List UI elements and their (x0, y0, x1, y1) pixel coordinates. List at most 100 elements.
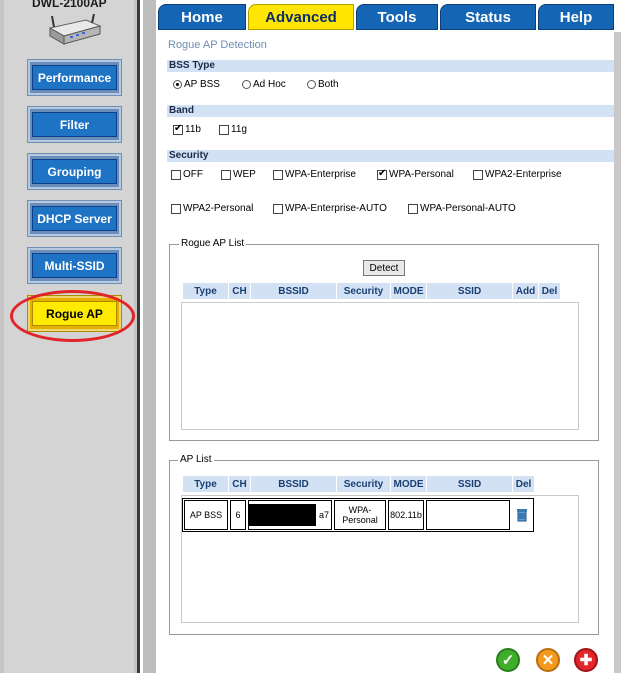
sidebar-performance-button[interactable]: Performance (27, 59, 122, 96)
option-label: WPA2-Enterprise (485, 169, 562, 180)
delete-cell (512, 500, 532, 530)
column-header: Type (183, 476, 229, 492)
ssid-cell (426, 500, 510, 530)
tab-home[interactable]: Home (158, 4, 246, 30)
top-tabs: Home Advanced Tools Status Help (156, 0, 621, 32)
band-header: Band (167, 105, 614, 117)
bss-option-ap-bss[interactable]: AP BSS (173, 79, 220, 90)
option-label: OFF (183, 169, 203, 180)
column-header: Security (337, 476, 391, 492)
bssid-cell: a7 (248, 500, 332, 530)
sidebar-grouping-button[interactable]: Grouping (27, 153, 122, 190)
rogue-ap-list-legend: Rogue AP List (179, 238, 247, 249)
security-option-wpa2-enterprise[interactable]: WPA2-Enterprise (473, 169, 562, 180)
security-option-wep[interactable]: WEP (221, 169, 256, 180)
content-panel: Rogue AP Detection BSS Type AP BSS Ad Ho… (156, 32, 614, 673)
column-header: SSID (427, 476, 513, 492)
band-option-11g[interactable]: 11g (219, 124, 247, 135)
option-label: Both (318, 79, 339, 90)
checkbox-icon[interactable] (173, 124, 183, 135)
ap-list-legend: AP List (178, 454, 214, 465)
checkbox-icon[interactable] (219, 124, 229, 135)
bss-option-both[interactable]: Both (307, 79, 339, 90)
access-point-device-icon (48, 14, 102, 45)
tab-advanced[interactable]: Advanced (248, 4, 354, 30)
sidebar-button-label: Performance (32, 65, 117, 90)
column-header: MODE (391, 476, 427, 492)
column-header: Del (539, 283, 561, 299)
security-option-wpa-personal-auto[interactable]: WPA-Personal-AUTO (408, 203, 516, 214)
column-header: Del (513, 476, 535, 492)
tab-tools[interactable]: Tools (356, 4, 438, 30)
main-area: Home Advanced Tools Status Help Rogue AP… (143, 0, 621, 673)
option-label: WPA-Personal-AUTO (420, 203, 516, 214)
rogue-table-header: Type CH BSSID Security MODE SSID Add Del (183, 283, 561, 299)
tab-help[interactable]: Help (538, 4, 614, 30)
sidebar-dhcp-server-button[interactable]: DHCP Server (27, 200, 122, 237)
column-header: Add (513, 283, 539, 299)
option-label: 11g (231, 124, 247, 135)
cancel-icon[interactable]: ✕ (536, 648, 560, 672)
option-label: WPA-Personal (389, 169, 454, 180)
security-option-wpa-enterprise-auto[interactable]: WPA-Enterprise-AUTO (273, 203, 387, 214)
band-option-11b[interactable]: 11b (173, 124, 201, 135)
option-label: WPA-Enterprise (285, 169, 356, 180)
security-option-off[interactable]: OFF (171, 169, 203, 180)
column-header: Security (337, 283, 391, 299)
column-header: SSID (427, 283, 513, 299)
checkbox-icon[interactable] (221, 169, 231, 180)
table-row[interactable]: AP BSS 6 a7 WPA-Personal 802.11b (182, 498, 534, 532)
detect-button[interactable]: Detect (363, 260, 405, 276)
radio-icon[interactable] (307, 80, 316, 89)
security-header: Security (167, 150, 614, 162)
sidebar-button-label: DHCP Server (32, 206, 117, 231)
sidebar: DWL-2100AP Performance Filter Grouping D… (0, 0, 140, 673)
help-icon[interactable]: ✚ (574, 648, 598, 672)
security-option-wpa2-personal[interactable]: WPA2-Personal (171, 203, 253, 214)
sidebar-filter-button[interactable]: Filter (27, 106, 122, 143)
sidebar-multi-ssid-button[interactable]: Multi-SSID (27, 247, 122, 284)
bssid-suffix: a7 (318, 510, 329, 520)
checkbox-icon[interactable] (273, 203, 283, 214)
main-gutter (143, 0, 156, 673)
option-label: AP BSS (184, 79, 220, 90)
radio-icon[interactable] (242, 80, 251, 89)
tab-status[interactable]: Status (440, 4, 536, 30)
checkbox-icon[interactable] (473, 169, 483, 180)
type-cell: AP BSS (184, 500, 228, 530)
column-header: BSSID (251, 476, 337, 492)
checkbox-icon[interactable] (171, 169, 181, 180)
option-label: Ad Hoc (253, 79, 286, 90)
security-option-wpa-personal[interactable]: WPA-Personal (377, 169, 454, 180)
rogue-ap-list-box[interactable] (181, 302, 579, 430)
channel-cell: 6 (230, 500, 246, 530)
checkbox-icon[interactable] (273, 169, 283, 180)
option-label: WEP (233, 169, 256, 180)
mode-cell: 802.11b (388, 500, 424, 530)
redaction-bar (249, 504, 316, 526)
apply-icon[interactable]: ✓ (496, 648, 520, 672)
column-header: CH (229, 283, 251, 299)
column-header: CH (229, 476, 251, 492)
column-header: BSSID (251, 283, 337, 299)
radio-icon[interactable] (173, 80, 182, 89)
ap-table-header: Type CH BSSID Security MODE SSID Del (183, 476, 535, 492)
page-title: Rogue AP Detection (168, 39, 267, 51)
delete-icon[interactable] (516, 508, 528, 522)
sidebar-button-label: Grouping (32, 159, 117, 184)
model-name: DWL-2100AP (32, 0, 107, 10)
checkbox-icon[interactable] (408, 203, 418, 214)
checkbox-icon[interactable] (377, 169, 387, 180)
column-header: MODE (391, 283, 427, 299)
option-label: WPA2-Personal (183, 203, 254, 214)
bss-type-header: BSS Type (167, 60, 614, 72)
column-header: Type (183, 283, 229, 299)
sidebar-button-label: Filter (32, 112, 117, 137)
option-label: WPA-Enterprise-AUTO (285, 203, 387, 214)
security-option-wpa-enterprise[interactable]: WPA-Enterprise (273, 169, 356, 180)
sidebar-button-label: Multi-SSID (32, 253, 117, 278)
checkbox-icon[interactable] (171, 203, 181, 214)
highlight-circle (10, 290, 135, 342)
security-cell: WPA-Personal (334, 500, 386, 530)
bss-option-ad-hoc[interactable]: Ad Hoc (242, 79, 286, 90)
